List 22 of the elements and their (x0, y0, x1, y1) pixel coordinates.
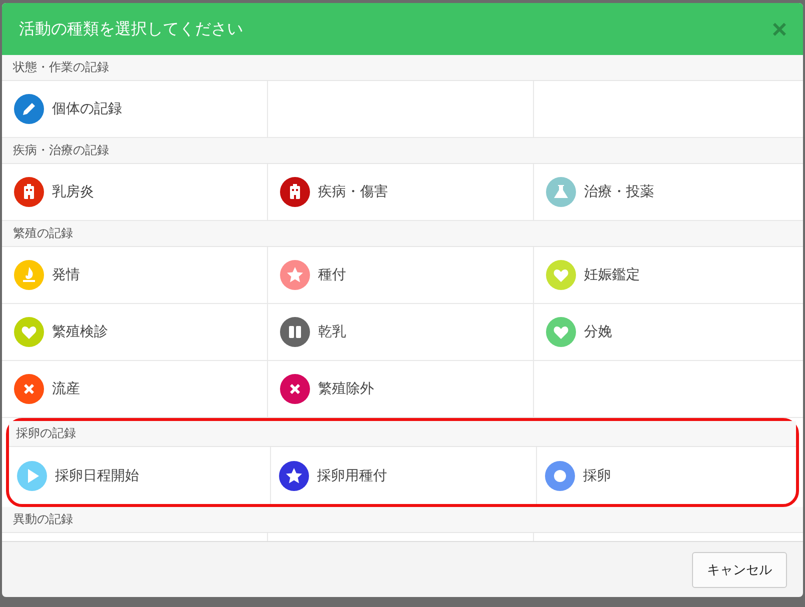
activity-option[interactable]: 繁殖検診 (2, 304, 268, 360)
activity-option[interactable]: 採卵用種付 (271, 447, 537, 504)
activity-option[interactable]: 治療・投薬 (534, 164, 803, 220)
activity-option[interactable]: 乾乳 (268, 304, 534, 360)
section-title: 繁殖の記録 (13, 225, 73, 242)
activity-option[interactable]: 流産 (2, 361, 268, 417)
activity-option[interactable]: 繁殖除外 (268, 361, 534, 417)
section-title: 疾病・治療の記録 (13, 142, 109, 159)
activity-option[interactable]: 種付 (268, 247, 534, 303)
cancel-button[interactable]: キャンセル (692, 552, 787, 588)
section-title: 採卵の記録 (16, 425, 76, 442)
dialog-title: 活動の種類を選択してください (19, 18, 243, 40)
activity-option[interactable]: 疾病・傷害 (268, 164, 534, 220)
activity-option[interactable]: 発情 (2, 247, 268, 303)
activity-option[interactable]: 採卵 (537, 447, 796, 504)
activity-option[interactable]: 妊娠鑑定 (534, 247, 803, 303)
activity-option[interactable]: 採卵日程開始 (9, 447, 271, 504)
activity-option[interactable]: 個体の記録 (2, 81, 268, 137)
section-title: 異動の記録 (13, 511, 73, 528)
activity-option[interactable]: 分娩 (534, 304, 803, 360)
activity-option[interactable]: 乳房炎 (2, 164, 268, 220)
section-title: 状態・作業の記録 (13, 59, 109, 76)
